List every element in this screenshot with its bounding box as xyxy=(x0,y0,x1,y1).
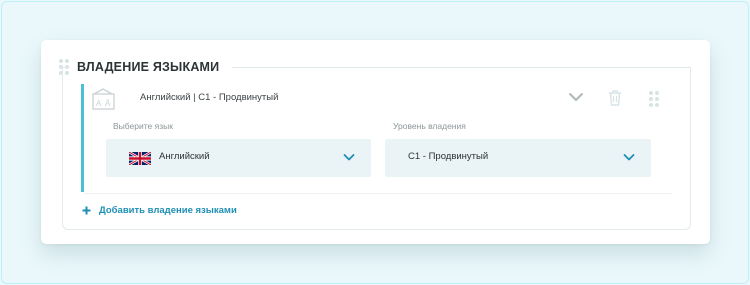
chevron-down-icon xyxy=(343,154,355,161)
level-field-label: Уровень владения xyxy=(393,121,466,131)
add-language-button[interactable]: Добавить владение языками xyxy=(82,205,237,216)
level-select[interactable]: C1 - Продвинутый xyxy=(385,139,651,177)
section-title: ВЛАДЕНИЕ ЯЗЫКАМИ xyxy=(77,60,220,74)
language-field-label: Выберите язык xyxy=(113,121,173,131)
entry-drag-handle-icon[interactable] xyxy=(649,91,659,107)
add-language-label: Добавить владение языками xyxy=(99,205,237,216)
level-select-value: C1 - Продвинутый xyxy=(408,151,489,162)
entry-accent-bar xyxy=(81,84,84,192)
language-icon: A Ä xyxy=(92,88,115,110)
svg-text:A: A xyxy=(96,99,102,108)
language-select-value: Английский xyxy=(159,151,210,162)
chevron-down-icon[interactable] xyxy=(568,91,584,103)
chevron-down-icon xyxy=(623,154,635,161)
svg-text:Ä: Ä xyxy=(105,99,111,108)
plus-icon xyxy=(82,206,91,215)
trash-icon[interactable] xyxy=(607,89,623,107)
entry-summary: Английский | C1 - Продвинутый xyxy=(140,92,279,103)
uk-flag-icon xyxy=(129,152,151,165)
language-select[interactable]: Английский xyxy=(106,139,371,177)
entry-divider xyxy=(84,193,672,194)
